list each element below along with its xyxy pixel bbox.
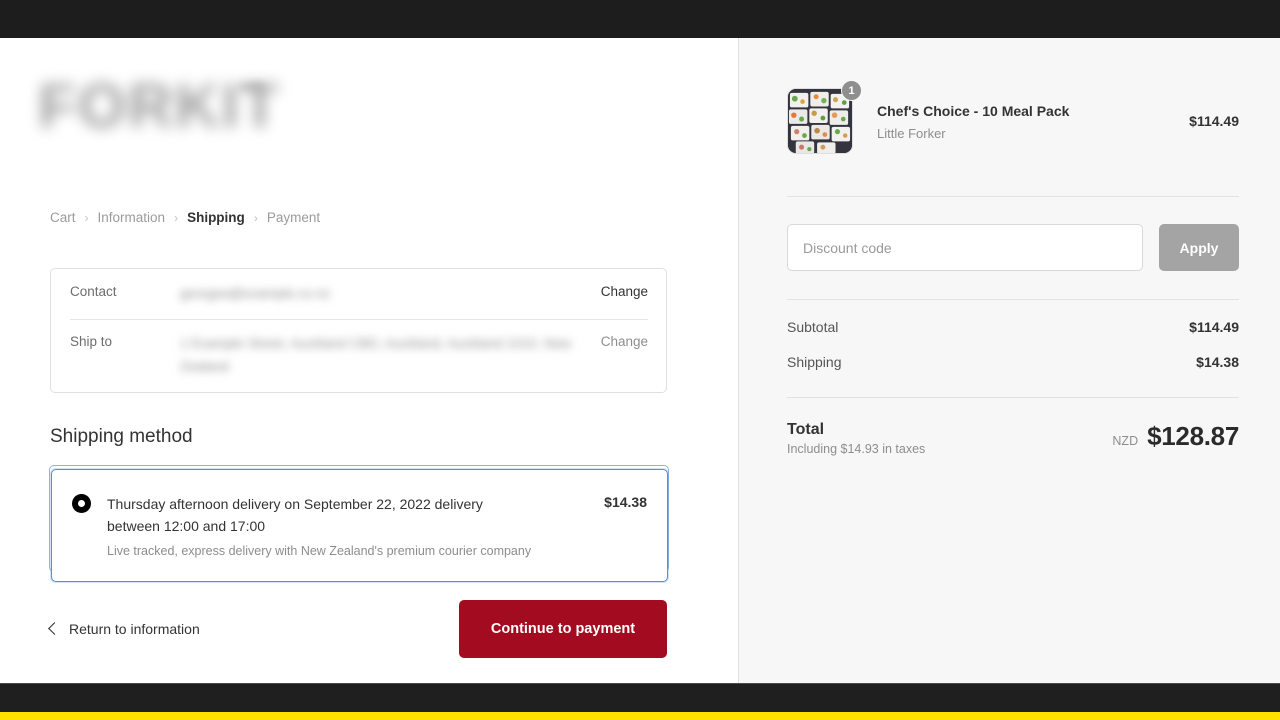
form-actions: Return to information Continue to paymen… — [48, 600, 667, 658]
order-review-box: Contact georgea@example.co.nz Change Shi… — [50, 268, 667, 393]
breadcrumb: Cart › Information › Shipping › Payment — [50, 210, 320, 225]
checkout-page: FORKIT com Cart › Information › Shipping… — [0, 0, 1280, 720]
shipping-total-value: $14.38 — [1196, 354, 1239, 370]
line-item-variant: Little Forker — [877, 126, 946, 141]
shipping-option-description: Live tracked, express delivery with New … — [107, 543, 532, 558]
review-row-contact: Contact georgea@example.co.nz Change — [51, 269, 666, 319]
grand-total-currency: NZD — [1112, 434, 1139, 448]
discount-form: Apply — [787, 197, 1239, 271]
product-thumbnail-wrap: 1 — [787, 80, 862, 154]
breadcrumb-item-cart[interactable]: Cart — [50, 210, 76, 225]
store-logo[interactable]: FORKIT com — [38, 64, 281, 150]
change-contact-link[interactable]: Change — [601, 283, 648, 299]
subtotal-label: Subtotal — [787, 319, 839, 335]
line-item-text: Chef's Choice - 10 Meal Pack Little Fork… — [877, 101, 1189, 141]
shipping-method-heading: Shipping method — [50, 426, 193, 447]
subtotal-value: $114.49 — [1189, 319, 1239, 335]
shipping-total-row: Shipping $14.38 — [787, 335, 1239, 370]
return-to-information-label: Return to information — [69, 621, 200, 637]
apply-discount-button[interactable]: Apply — [1159, 224, 1239, 271]
shipping-option-price: $14.38 — [604, 494, 647, 510]
shipping-method-box: Thursday afternoon delivery on September… — [51, 469, 668, 582]
store-logo-tld: com — [239, 78, 264, 93]
change-ship-to-link[interactable]: Change — [601, 333, 648, 349]
review-row-ship-to: Ship to 1 Example Street, Auckland CBD, … — [51, 319, 666, 392]
grand-total-left: Total Including $14.93 in taxes — [787, 421, 925, 456]
browser-accent-strip — [0, 712, 1280, 720]
line-item-price: $114.49 — [1189, 113, 1239, 129]
shipping-option-name: Thursday afternoon delivery on September… — [107, 496, 483, 535]
continue-to-payment-button[interactable]: Continue to payment — [459, 600, 667, 658]
order-line-item: 1 Chef's Choice - 10 Meal Pack Little Fo… — [787, 38, 1239, 154]
checkout-body: FORKIT com Cart › Information › Shipping… — [0, 38, 1280, 683]
breadcrumb-item-shipping: Shipping — [187, 210, 245, 225]
subtotal-row: Subtotal $114.49 — [787, 300, 1239, 335]
discount-code-input[interactable] — [787, 224, 1143, 271]
ship-to-value: 1 Example Street, Auckland CBD, Auckland… — [180, 336, 571, 374]
chevron-right-icon: › — [174, 210, 179, 225]
grand-total-amount: $128.87 — [1147, 421, 1239, 451]
chevron-right-icon: › — [253, 210, 258, 225]
grand-total-tax-note: Including $14.93 in taxes — [787, 442, 926, 456]
chevron-right-icon: › — [84, 210, 89, 225]
line-item-title: Chef's Choice - 10 Meal Pack — [877, 103, 1070, 119]
breadcrumb-item-payment: Payment — [266, 210, 321, 225]
browser-top-bar — [0, 0, 1280, 38]
ship-to-label: Ship to — [70, 334, 113, 350]
order-summary-panel: 1 Chef's Choice - 10 Meal Pack Little Fo… — [738, 38, 1280, 683]
meal-pack-image — [788, 89, 852, 153]
shipping-option-radio[interactable] — [72, 494, 91, 513]
checkout-main-column: FORKIT com Cart › Information › Shipping… — [0, 38, 738, 683]
breadcrumb-item-information[interactable]: Information — [98, 210, 166, 225]
line-item-quantity-badge: 1 — [841, 80, 862, 101]
store-logo-text: FORKIT — [38, 72, 281, 141]
shipping-option-text: Thursday afternoon delivery on September… — [107, 493, 604, 561]
return-to-information-link[interactable]: Return to information — [48, 621, 200, 637]
shipping-total-label: Shipping — [787, 354, 842, 370]
browser-bottom-bar — [0, 683, 1280, 712]
chevron-left-icon — [48, 622, 61, 635]
grand-total-right: NZD $128.87 — [1112, 421, 1239, 452]
grand-total-label: Total — [787, 421, 825, 438]
shipping-option-row[interactable]: Thursday afternoon delivery on September… — [52, 470, 667, 581]
grand-total-row: Total Including $14.93 in taxes NZD $128… — [787, 398, 1239, 456]
contact-value: georgea@example.co.nz — [180, 286, 331, 301]
contact-label: Contact — [70, 284, 117, 299]
